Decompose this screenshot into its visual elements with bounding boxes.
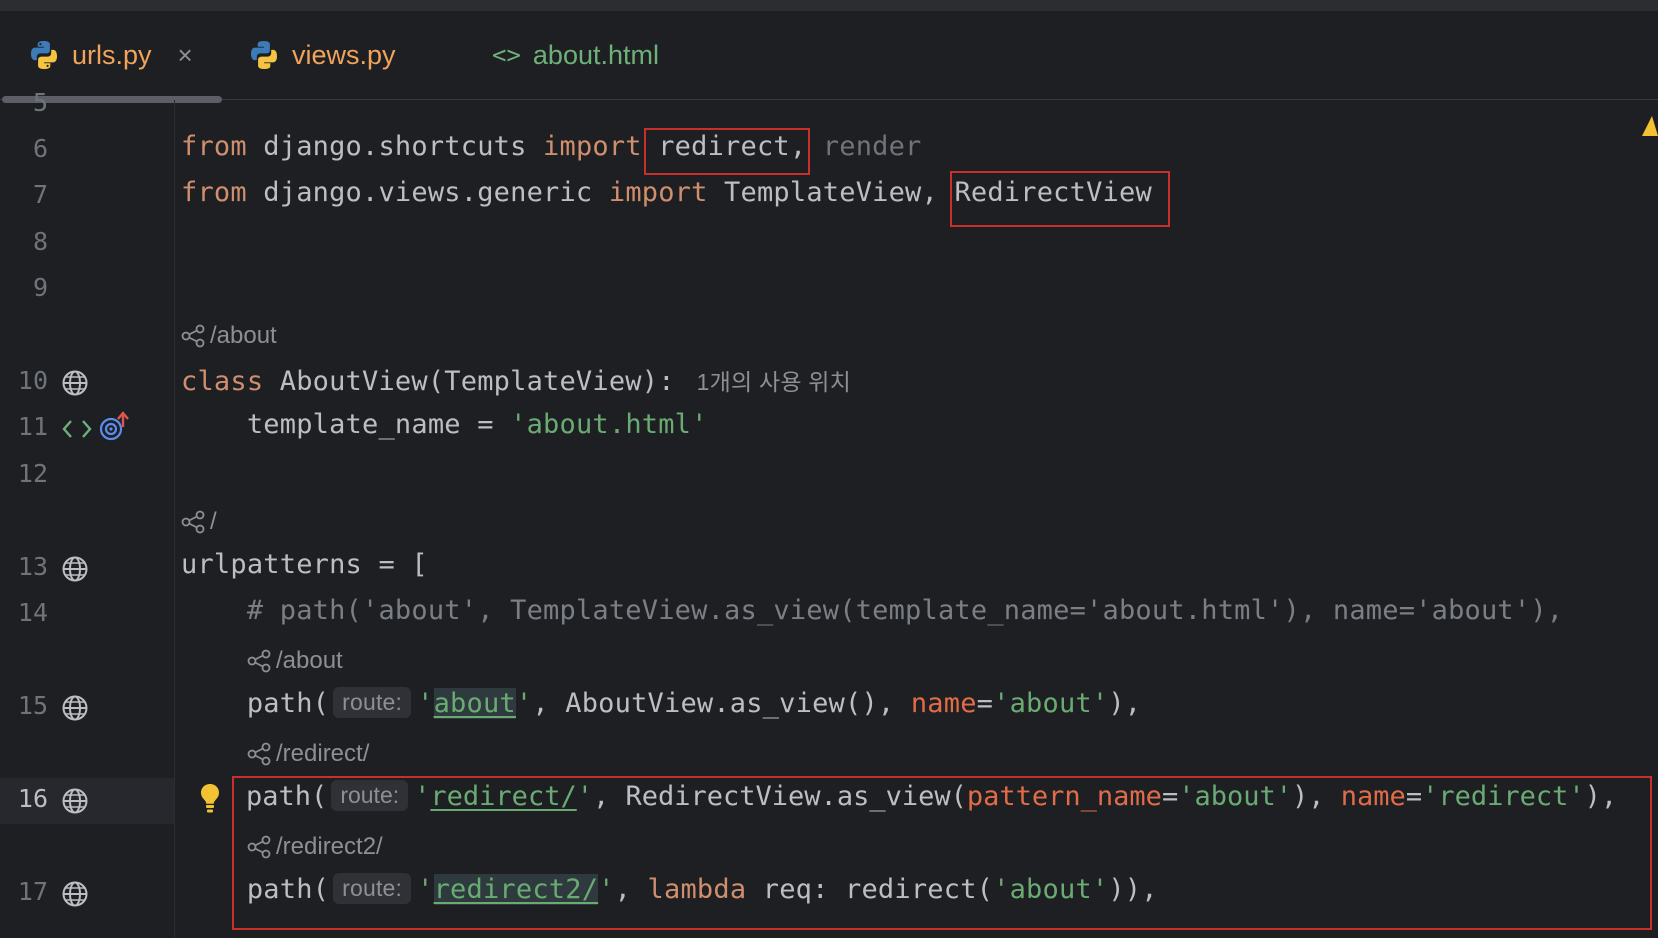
line-number: 16 [17, 784, 48, 813]
route-marker-label: /about [210, 322, 277, 349]
line-number: 7 [32, 180, 48, 209]
tab-label: views.py [292, 39, 396, 70]
tab-about-html[interactable]: <> about.html [492, 37, 659, 73]
override-target-icon[interactable] [98, 411, 132, 443]
parameter-hint: route: [333, 687, 412, 718]
route-marker[interactable]: /about [246, 647, 343, 675]
code-token: urlpatterns = [ [181, 549, 428, 580]
tab-urls-py[interactable]: urls.py × [28, 37, 193, 73]
route-marker[interactable]: /redirect/ [246, 740, 369, 768]
code-token: django.shortcuts [246, 131, 544, 162]
line-number: 14 [17, 598, 48, 627]
line-number: 13 [17, 552, 48, 581]
line-number: 6 [32, 134, 48, 163]
code-token: class [181, 366, 264, 397]
web-globe-icon[interactable] [61, 555, 89, 583]
line-number: 17 [17, 877, 48, 906]
code-line-6[interactable]: from django.shortcuts import redirect, r… [181, 131, 922, 162]
route-marker[interactable]: /about [180, 322, 277, 350]
annotation-box-redirect-import [644, 128, 810, 175]
code-token: import [543, 131, 642, 162]
code-token: path( [246, 688, 330, 719]
python-icon [248, 39, 280, 71]
tab-label: about.html [532, 39, 659, 70]
code-token: from [181, 131, 247, 162]
line-number: 11 [17, 412, 48, 441]
route-string[interactable]: about [433, 688, 516, 719]
code-token: 'about' [993, 688, 1109, 719]
web-globe-icon[interactable] [61, 787, 89, 815]
usages-inlay-hint[interactable]: 1개의 사용 위치 [697, 369, 851, 395]
line-number: 8 [32, 227, 48, 256]
route-marker-label: /about [276, 647, 343, 674]
share-route-icon [181, 324, 205, 348]
code-line-14-comment[interactable]: # path('about', TemplateView.as_view(tem… [181, 595, 1563, 626]
web-globe-icon[interactable] [61, 694, 89, 722]
code-line-10[interactable]: class AboutView(TemplateView): 1개의 사용 위치 [181, 363, 851, 397]
code-token: AboutView(TemplateView): [263, 366, 675, 397]
line-number: 5 [32, 88, 48, 117]
comment-text: # path('about', TemplateView.as_view(tem… [181, 595, 1564, 626]
line-number: 15 [17, 691, 48, 720]
annotation-box-redirect-paths [232, 776, 1652, 930]
line-number: 10 [17, 366, 48, 395]
code-token: = [976, 688, 994, 719]
gutter-separator [174, 100, 175, 938]
code-token: import [608, 177, 708, 208]
html-icon: <> [492, 41, 521, 69]
html-template-gutter-icon[interactable] [61, 416, 93, 442]
web-globe-icon[interactable] [61, 880, 89, 908]
code-token: ' [515, 688, 533, 719]
tab-label: urls.py [72, 39, 152, 70]
editor-tab-bar: urls.py × views.py <> about.html [0, 11, 1658, 103]
code-line-13[interactable]: urlpatterns = [ [181, 549, 428, 580]
route-marker-label: / [210, 508, 217, 535]
route-marker[interactable]: / [180, 508, 217, 536]
unused-import-token: render [806, 131, 922, 162]
close-tab-icon[interactable]: × [178, 40, 193, 71]
share-route-icon [247, 742, 271, 766]
line-number: 12 [17, 459, 48, 488]
code-token: template_name = [246, 409, 511, 440]
tab-views-py[interactable]: views.py [248, 37, 396, 73]
python-icon [28, 39, 60, 71]
share-route-icon [181, 510, 205, 534]
code-token: ' [417, 688, 434, 719]
window-top-strip [0, 0, 1658, 11]
share-route-icon [247, 649, 271, 673]
code-line-11[interactable]: template_name = 'about.html' [181, 409, 708, 440]
warning-icon[interactable] [1640, 114, 1658, 138]
web-globe-icon[interactable] [61, 369, 89, 397]
code-token: TemplateView, [707, 177, 955, 208]
code-token: ), [1108, 688, 1142, 719]
route-marker-label: /redirect/ [276, 740, 370, 767]
code-line-15[interactable]: path(route:'about', AboutView.as_view(),… [181, 687, 1142, 720]
line-number: 9 [32, 273, 48, 302]
code-token: , AboutView.as_view(), [532, 688, 911, 719]
code-token: from [181, 177, 247, 208]
code-token: 'about.html' [510, 409, 708, 440]
keyword-arg: name [910, 688, 977, 719]
code-token: django.views.generic [246, 177, 609, 208]
annotation-box-redirectview-import [950, 171, 1170, 227]
